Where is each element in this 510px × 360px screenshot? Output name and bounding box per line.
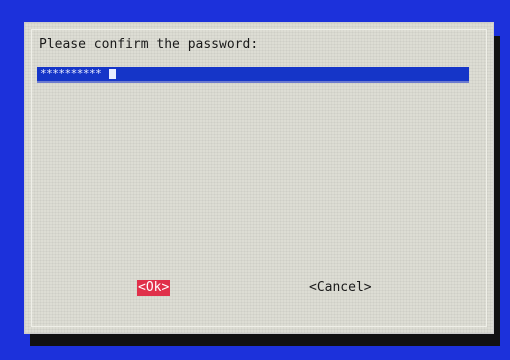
password-input[interactable]: ********** (37, 67, 469, 83)
password-confirm-dialog: Please confirm the password: ********** … (24, 22, 494, 334)
text-cursor (109, 69, 116, 79)
screen-background: Please confirm the password: ********** … (0, 0, 510, 360)
dialog-prompt: Please confirm the password: (39, 37, 259, 52)
password-mask: ********** (40, 67, 102, 80)
cancel-button[interactable]: <Cancel> (308, 280, 373, 296)
ok-button[interactable]: <Ok> (137, 280, 171, 296)
